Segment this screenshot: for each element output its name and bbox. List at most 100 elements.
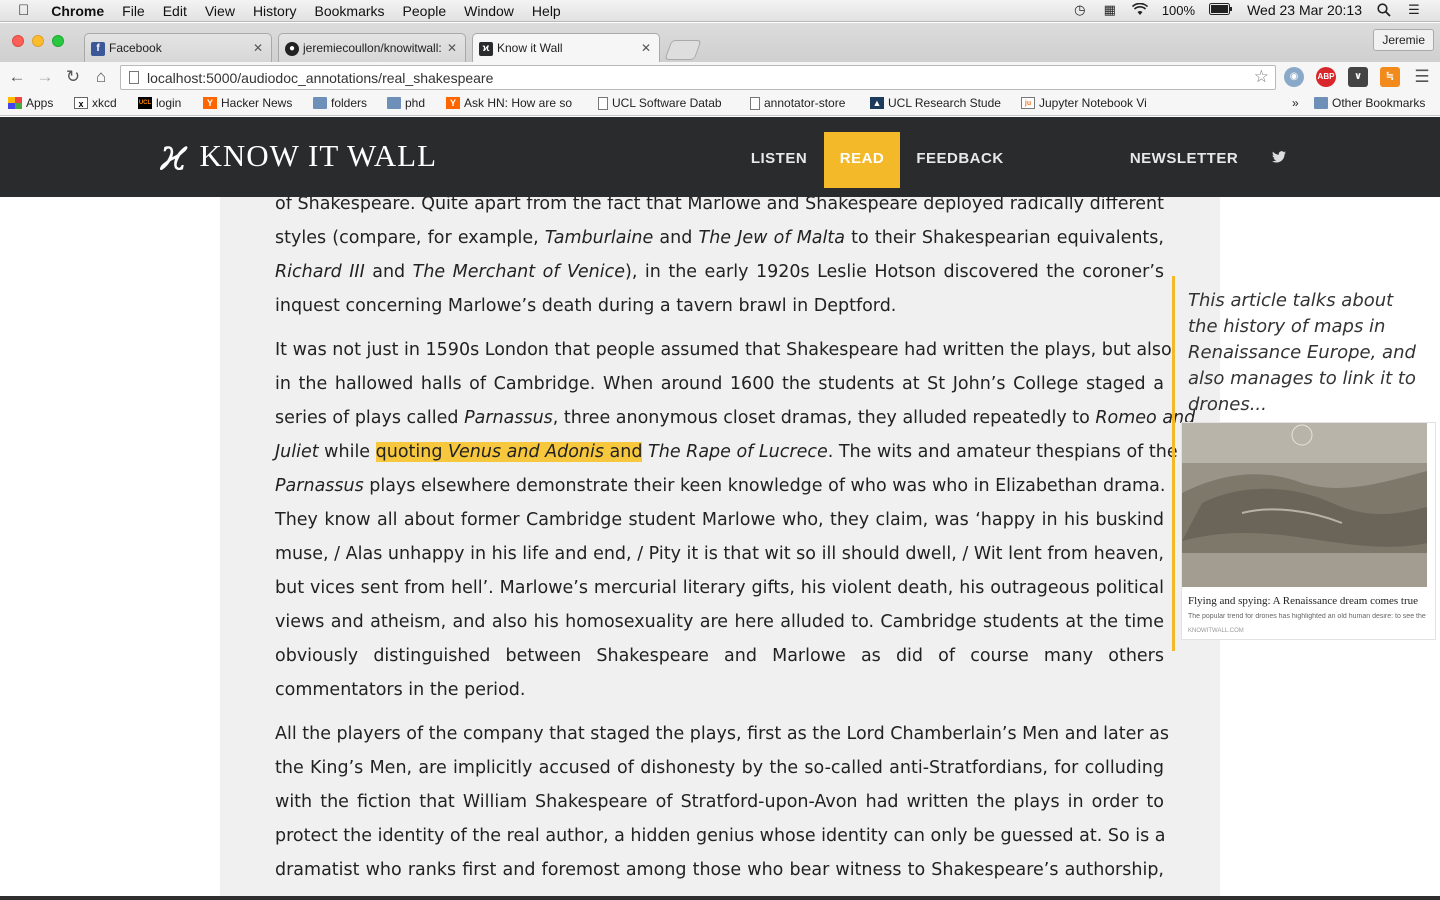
bookmark-apps[interactable]: Apps <box>8 96 53 110</box>
tab-know-it-wall[interactable]: ϰ Know it Wall ✕ <box>472 33 660 63</box>
spotlight-search-icon[interactable] <box>1376 3 1392 17</box>
menu-window[interactable]: Window <box>464 3 514 19</box>
annotation-text: This article talks about the history of … <box>1188 290 1416 415</box>
close-icon[interactable]: ✕ <box>253 41 263 55</box>
logo-text: KNOW IT WALL <box>199 138 438 173</box>
bookmark-other[interactable]: Other Bookmarks <box>1314 96 1425 110</box>
folder-icon <box>313 97 327 109</box>
card-description: The popular trend for drones has highlig… <box>1188 613 1428 620</box>
menu-people[interactable]: People <box>403 3 447 19</box>
bookmark-label: Other Bookmarks <box>1332 96 1426 110</box>
site-logo[interactable]: ϰ KNOW IT WALL <box>160 134 437 178</box>
bookmark-label: UCL Software Datab <box>612 96 722 110</box>
nav-feedback[interactable]: FEEDBACK <box>906 132 1014 188</box>
link-preview-card[interactable]: Flying and spying: A Renaissance dream c… <box>1181 422 1436 640</box>
bookmark-ask-hn[interactable]: Y Ask HN: How are so <box>446 96 572 110</box>
text-line: Richard III and The Merchant of Venice),… <box>275 262 1165 282</box>
menu-help[interactable]: Help <box>532 3 561 19</box>
bookmark-hacker-news[interactable]: Y Hacker News <box>203 96 292 110</box>
dropbox-icon[interactable]: ▦ <box>1102 3 1118 17</box>
article-paragraph-2: It was not just in 1590s London that peo… <box>275 333 1195 707</box>
facebook-icon: f <box>91 42 105 56</box>
text-line: views and atheism, and also his homosexu… <box>275 612 1164 632</box>
annotated-highlight[interactable]: quoting Venus and Adonis and <box>375 442 643 462</box>
ucl-icon: UCL <box>138 97 152 109</box>
new-tab-button[interactable] <box>664 40 702 60</box>
home-icon[interactable]: ⌂ <box>91 67 111 87</box>
bookmark-ucl-research[interactable]: ▲ UCL Research Stude <box>870 96 1001 110</box>
twitter-icon[interactable] <box>1272 150 1286 166</box>
wifi-icon[interactable] <box>1131 2 1148 17</box>
battery-icon[interactable] <box>1209 3 1233 17</box>
bookmark-label: login <box>156 96 182 110</box>
nav-listen[interactable]: LISTEN <box>740 132 818 188</box>
close-icon[interactable]: ✕ <box>641 41 651 55</box>
profile-button[interactable]: Jeremie <box>1373 29 1434 51</box>
menu-app-name[interactable]: Chrome <box>51 3 104 19</box>
bookmark-label: phd <box>405 96 426 110</box>
apple-menu-icon[interactable]:  <box>18 2 29 19</box>
hacker-news-icon: Y <box>203 97 217 109</box>
time-machine-icon[interactable]: ◷ <box>1072 3 1088 17</box>
chrome-menu-icon[interactable]: ☰ <box>1412 67 1432 87</box>
clock[interactable]: Wed 23 Mar 20:13 <box>1247 2 1362 18</box>
text-line: They know all about former Cambridge stu… <box>275 510 1164 530</box>
text-line: protect the identity of the real author,… <box>275 826 1166 846</box>
bookmark-login[interactable]: UCL login <box>138 96 181 110</box>
battery-percent: 100% <box>1161 2 1196 18</box>
text-line: Juliet while quoting Venus and Adonis an… <box>275 442 1178 462</box>
menu-edit[interactable]: Edit <box>163 3 187 19</box>
adblock-plus-icon[interactable]: ABP <box>1316 67 1336 87</box>
address-bar[interactable]: localhost:5000/audiodoc_annotations/real… <box>120 65 1276 90</box>
article-paragraph-1: of Shakespeare. Quite apart from the fac… <box>275 197 1164 323</box>
bookmark-annotator-store[interactable]: annotator-store <box>750 96 845 110</box>
browser-toolbar: ← → ↻ ⌂ localhost:5000/audiodoc_annotati… <box>0 62 1440 92</box>
tab-github[interactable]: ● jeremiecoullon/knowitwall: ✕ <box>278 33 466 63</box>
text-line: It was not just in 1590s London that peo… <box>275 340 1172 360</box>
bookmark-label: folders <box>331 96 368 110</box>
bookmark-xkcd[interactable]: x xkcd <box>74 96 117 110</box>
notification-center-icon[interactable]: ☰ <box>1406 3 1422 17</box>
tab-facebook[interactable]: f Facebook ✕ <box>84 33 272 63</box>
macos-menu-bar:  Chrome File Edit View History Bookmark… <box>0 0 1440 22</box>
menu-view[interactable]: View <box>205 3 235 19</box>
folder-icon <box>1314 97 1328 109</box>
close-window-button[interactable] <box>12 35 24 47</box>
bookmark-phd[interactable]: phd <box>387 96 425 110</box>
bookmark-ucl-software[interactable]: UCL Software Datab <box>598 96 722 110</box>
nav-read[interactable]: READ <box>824 132 900 188</box>
text-line: but vices sent from hell’. Marlowe’s mer… <box>275 578 1164 598</box>
bookmarks-overflow-chevron-icon[interactable]: » <box>1292 96 1299 110</box>
back-arrow-icon[interactable]: ← <box>7 67 27 87</box>
camera-extension-icon[interactable]: ◉ <box>1284 67 1304 87</box>
text-line: in the hallowed halls of Cambridge. When… <box>275 374 1164 394</box>
bookmark-label: annotator-store <box>764 96 846 110</box>
bookmark-jupyter[interactable]: ju Jupyter Notebook Vi <box>1021 96 1147 110</box>
reload-icon[interactable]: ↻ <box>63 67 83 87</box>
page-icon <box>750 96 760 110</box>
menu-file[interactable]: File <box>122 3 145 19</box>
menu-history[interactable]: History <box>253 3 297 19</box>
bookmark-label: Jupyter Notebook Vi <box>1039 96 1147 110</box>
nav-newsletter[interactable]: NEWSLETTER <box>1118 132 1250 188</box>
text-line: muse, / Alas unhappy in his life and end… <box>275 544 1164 564</box>
card-source: KNOWITWALL.COM <box>1188 628 1244 634</box>
text-line: styles (compare, for example, Tamburlain… <box>275 228 1164 248</box>
card-title[interactable]: Flying and spying: A Renaissance dream c… <box>1188 595 1418 607</box>
text-line: All the players of the company that stag… <box>275 724 1169 744</box>
pocket-icon[interactable]: ∨ <box>1348 67 1368 87</box>
bookmark-folders[interactable]: folders <box>313 96 367 110</box>
zoom-window-button[interactable] <box>52 35 64 47</box>
close-icon[interactable]: ✕ <box>447 41 457 55</box>
bookmark-label: Ask HN: How are so <box>464 96 573 110</box>
menu-bookmarks[interactable]: Bookmarks <box>315 3 385 19</box>
minimize-window-button[interactable] <box>32 35 44 47</box>
jupyter-icon: ju <box>1021 97 1035 109</box>
rss-feed-icon[interactable]: ≒ <box>1380 67 1400 87</box>
forward-arrow-icon[interactable]: → <box>35 67 55 87</box>
xkcd-icon: x <box>74 97 88 109</box>
bookmark-label: Apps <box>26 96 54 110</box>
bookmark-star-icon[interactable]: ☆ <box>1254 67 1269 87</box>
hacker-news-icon: Y <box>446 97 460 109</box>
url-text: localhost:5000/audiodoc_annotations/real… <box>147 70 494 86</box>
